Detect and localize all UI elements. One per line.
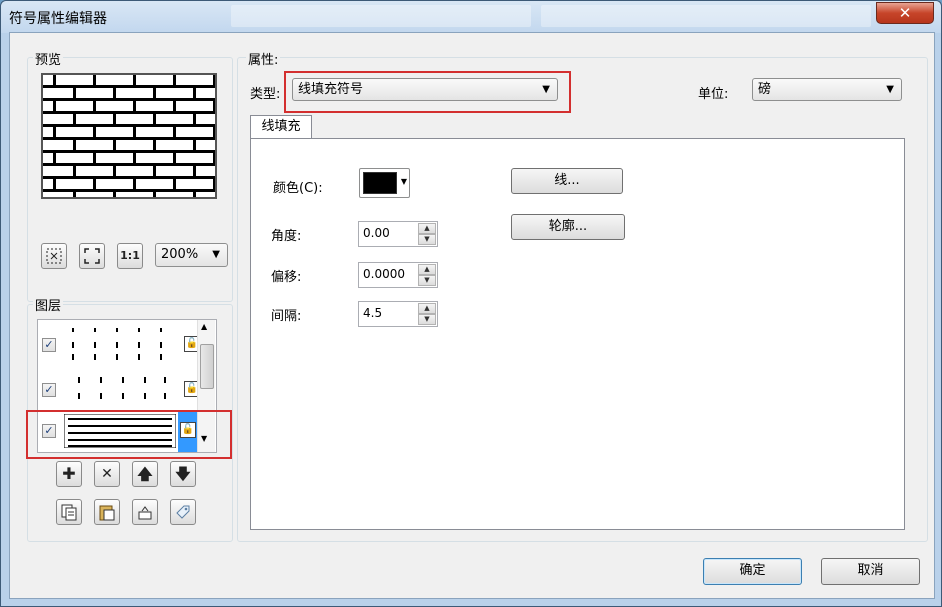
type-label: 类型: (250, 87, 281, 102)
dialog-client-area: 预览 1:1 200% ▼ 图层 ✓ 🔓 ✓ 🔓 ✓ 🔓 ▲ ▼ ✚ ✕ 🡅 🡇… (9, 32, 935, 599)
full-extent-button[interactable] (79, 243, 105, 269)
move-down-button[interactable]: 🡇 (170, 461, 196, 487)
add-layer-button[interactable]: ✚ (56, 461, 82, 487)
layer-row[interactable]: ✓ 🔓 (38, 365, 200, 410)
move-up-button[interactable]: 🡅 (132, 461, 158, 487)
actual-size-button[interactable]: 1:1 (117, 243, 143, 269)
brick-pattern-preview (43, 75, 215, 197)
window-title: 符号属性编辑器 (9, 11, 107, 27)
tag-icon (176, 505, 190, 519)
unit-select[interactable]: 磅 ▼ (752, 78, 902, 101)
properties-label: 属性: (246, 49, 281, 68)
preview-label: 预览 (33, 49, 64, 68)
spin-down-icon[interactable]: ▼ (418, 234, 436, 245)
close-button[interactable]: ✕ (876, 2, 934, 24)
expand-icon (84, 248, 100, 264)
layer-visible-checkbox[interactable]: ✓ (42, 383, 56, 397)
spacing-value: 4.5 (363, 306, 383, 320)
zoom-extent-button[interactable] (41, 243, 67, 269)
spin-down-icon[interactable]: ▼ (418, 275, 436, 286)
layer-visible-checkbox[interactable]: ✓ (42, 338, 56, 352)
title-bar: 符号属性编辑器 ✕ (1, 1, 941, 33)
symbol-preview (41, 73, 217, 199)
chevron-down-icon: ▼ (400, 177, 407, 186)
copy-layer-button[interactable] (56, 499, 82, 525)
paste-icon (99, 505, 115, 521)
layer-thumbnail-dots (72, 328, 162, 360)
highlight-frame-layer (26, 410, 232, 459)
spin-down-icon[interactable]: ▼ (418, 314, 436, 325)
tag-layer-button[interactable] (170, 499, 196, 525)
copy-icon (61, 504, 77, 521)
spin-up-icon[interactable]: ▲ (418, 303, 436, 314)
remove-layer-button[interactable]: ✕ (94, 461, 120, 487)
unit-value: 磅 (758, 82, 772, 97)
layer-thumbnail-dots-offset (78, 377, 166, 399)
cancel-button[interactable]: 取消 (821, 558, 920, 585)
spin-up-icon[interactable]: ▲ (418, 264, 436, 275)
reset-layer-button[interactable] (132, 499, 158, 525)
dialog-window: 符号属性编辑器 ✕ 预览 1:1 200% ▼ 图层 ✓ 🔓 ✓ 🔓 ✓ 🔓 ▲… (0, 0, 942, 607)
angle-stepper[interactable]: 0.00 ▲ ▼ (358, 221, 438, 247)
ok-button[interactable]: 确定 (703, 558, 802, 585)
color-label: 颜色(C): (273, 181, 323, 196)
outline-button[interactable]: 轮廓... (511, 214, 625, 240)
chevron-down-icon: ▼ (212, 249, 220, 260)
spacing-label: 间隔: (271, 309, 302, 324)
chevron-down-icon: ▼ (886, 84, 894, 95)
highlight-frame-type (284, 71, 571, 113)
angle-value: 0.00 (363, 226, 390, 240)
undo-icon (138, 506, 152, 520)
layer-row[interactable]: ✓ 🔓 (38, 320, 200, 365)
zoom-select[interactable]: 200% ▼ (155, 243, 228, 267)
color-swatch (363, 172, 397, 194)
offset-label: 偏移: (271, 270, 302, 285)
offset-value: 0.0000 (363, 267, 405, 281)
unit-label: 单位: (698, 87, 729, 102)
tab-line-fill[interactable]: 线填充 (250, 115, 312, 139)
tab-panel-line-fill (250, 138, 905, 530)
line-button[interactable]: 线... (511, 168, 623, 194)
zoom-extent-icon (46, 248, 62, 264)
scroll-thumb[interactable] (200, 344, 214, 389)
layers-label: 图层 (33, 295, 64, 314)
spacing-stepper[interactable]: 4.5 ▲ ▼ (358, 301, 438, 327)
color-picker[interactable]: ▼ (359, 168, 410, 198)
offset-stepper[interactable]: 0.0000 ▲ ▼ (358, 262, 438, 288)
scroll-up-icon[interactable]: ▲ (201, 322, 207, 331)
paste-layer-button[interactable] (94, 499, 120, 525)
spin-up-icon[interactable]: ▲ (418, 223, 436, 234)
zoom-value: 200% (161, 247, 199, 262)
angle-label: 角度: (271, 229, 302, 244)
